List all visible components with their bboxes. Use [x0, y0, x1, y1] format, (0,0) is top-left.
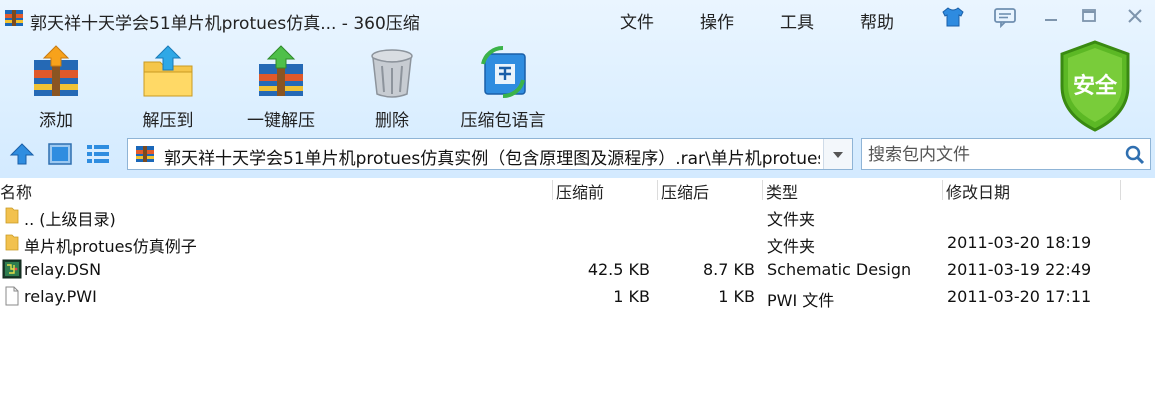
extract-to-button[interactable]: 解压到: [136, 44, 200, 131]
column-divider[interactable]: [762, 180, 763, 200]
menu-operate[interactable]: 操作: [700, 8, 734, 33]
file-modified: 2011-03-20 18:19: [947, 233, 1092, 252]
delete-button[interactable]: 删除: [360, 44, 424, 131]
file-packed-size: 1 KB: [613, 287, 650, 306]
column-header-row: 名称 压缩前 压缩后 类型 修改日期: [0, 178, 1155, 202]
file-type: PWI 文件: [767, 291, 835, 310]
file-name: 单片机protues仿真例子: [24, 237, 197, 256]
magnifier-icon[interactable]: [1124, 144, 1146, 166]
menu-help[interactable]: 帮助: [860, 8, 894, 33]
table-row[interactable]: .. (上级目录) 文件夹: [0, 202, 1155, 229]
address-path[interactable]: 郭天祥十天学会51单片机protues仿真实例（包含原理图及源程序）.rar\单…: [164, 144, 820, 169]
add-archive-icon: [34, 45, 78, 96]
title-bar: 郭天祥十天学会51单片机protues仿真... - 360压缩 文件 操作 工…: [0, 0, 1155, 36]
arrow-up-icon[interactable]: [8, 140, 36, 168]
minimize-icon[interactable]: [1040, 6, 1062, 26]
table-row[interactable]: relay.DSN 42.5 KB 8.7 KB Schematic Desig…: [0, 256, 1155, 283]
schematic-file-icon: [2, 259, 22, 279]
file-modified: 2011-03-19 22:49: [947, 260, 1092, 279]
file-name: relay.PWI: [24, 287, 97, 306]
column-header-type[interactable]: 类型: [766, 179, 798, 203]
file-type: Schematic Design: [767, 260, 912, 279]
list-view-icon[interactable]: [84, 140, 112, 168]
window-title: 郭天祥十天学会51单片机protues仿真... - 360压缩: [30, 14, 420, 34]
file-type: 文件夹: [767, 237, 816, 256]
encoding-icon: [481, 45, 526, 99]
add-label: 添加: [39, 111, 73, 131]
maximize-icon[interactable]: [1078, 6, 1100, 26]
column-divider[interactable]: [942, 180, 943, 200]
folder-icon: [5, 207, 19, 224]
archive-language-button[interactable]: 压缩包语言: [458, 44, 548, 131]
archive-icon: [136, 146, 154, 162]
search-input[interactable]: [866, 143, 1122, 167]
one-click-extract-icon: [259, 45, 303, 96]
extract-folder-icon: [143, 45, 193, 97]
file-type: 文件夹: [767, 210, 816, 229]
close-icon[interactable]: [1124, 6, 1146, 26]
file-name: relay.DSN: [24, 260, 102, 279]
thumbnail-view-icon[interactable]: [46, 140, 74, 168]
table-row[interactable]: 单片机protues仿真例子 文件夹 2011-03-20 18:19: [0, 229, 1155, 256]
trash-can-icon: [371, 49, 413, 98]
search-box[interactable]: [861, 138, 1151, 170]
archive-language-label: 压缩包语言: [460, 111, 546, 131]
one-click-extract-button[interactable]: 一键解压: [240, 44, 322, 131]
security-badge[interactable]: 安全: [1054, 38, 1136, 134]
column-header-modified[interactable]: 修改日期: [946, 179, 1010, 203]
file-name: .. (上级目录): [24, 210, 116, 229]
window-chrome: 郭天祥十天学会51单片机protues仿真... - 360压缩 文件 操作 工…: [0, 0, 1155, 178]
security-badge-text: 安全: [1072, 74, 1117, 99]
file-compressed-size: 8.7 KB: [703, 260, 755, 279]
tshirt-icon[interactable]: [940, 6, 966, 28]
menu-tools[interactable]: 工具: [780, 8, 814, 33]
column-divider[interactable]: [552, 180, 553, 200]
file-modified: 2011-03-20 17:11: [947, 287, 1092, 306]
column-divider[interactable]: [657, 180, 658, 200]
feedback-icon[interactable]: [992, 6, 1018, 28]
generic-file-icon: [5, 286, 19, 306]
one-click-extract-label: 一键解压: [247, 111, 315, 131]
extract-to-label: 解压到: [142, 111, 194, 131]
folder-icon: [5, 234, 19, 251]
file-list[interactable]: 名称 压缩前 压缩后 类型 修改日期 .. (上级目录) 文件夹 单片机prot…: [0, 178, 1155, 418]
file-compressed-size: 1 KB: [718, 287, 755, 306]
chevron-down-icon: [833, 152, 843, 158]
file-packed-size: 42.5 KB: [587, 260, 650, 279]
archive-icon: [5, 10, 23, 26]
column-divider[interactable]: [1120, 180, 1121, 200]
column-header-compressed[interactable]: 压缩后: [661, 179, 709, 203]
add-button[interactable]: 添加: [22, 44, 90, 131]
address-bar[interactable]: 郭天祥十天学会51单片机protues仿真实例（包含原理图及源程序）.rar\单…: [127, 138, 853, 170]
menu-file[interactable]: 文件: [620, 8, 654, 33]
address-dropdown-button[interactable]: [823, 139, 852, 169]
table-row[interactable]: relay.PWI 1 KB 1 KB PWI 文件 2011-03-20 17…: [0, 283, 1155, 310]
column-header-name[interactable]: 名称: [0, 179, 32, 203]
column-header-packed[interactable]: 压缩前: [556, 179, 604, 203]
delete-label: 删除: [375, 111, 409, 131]
